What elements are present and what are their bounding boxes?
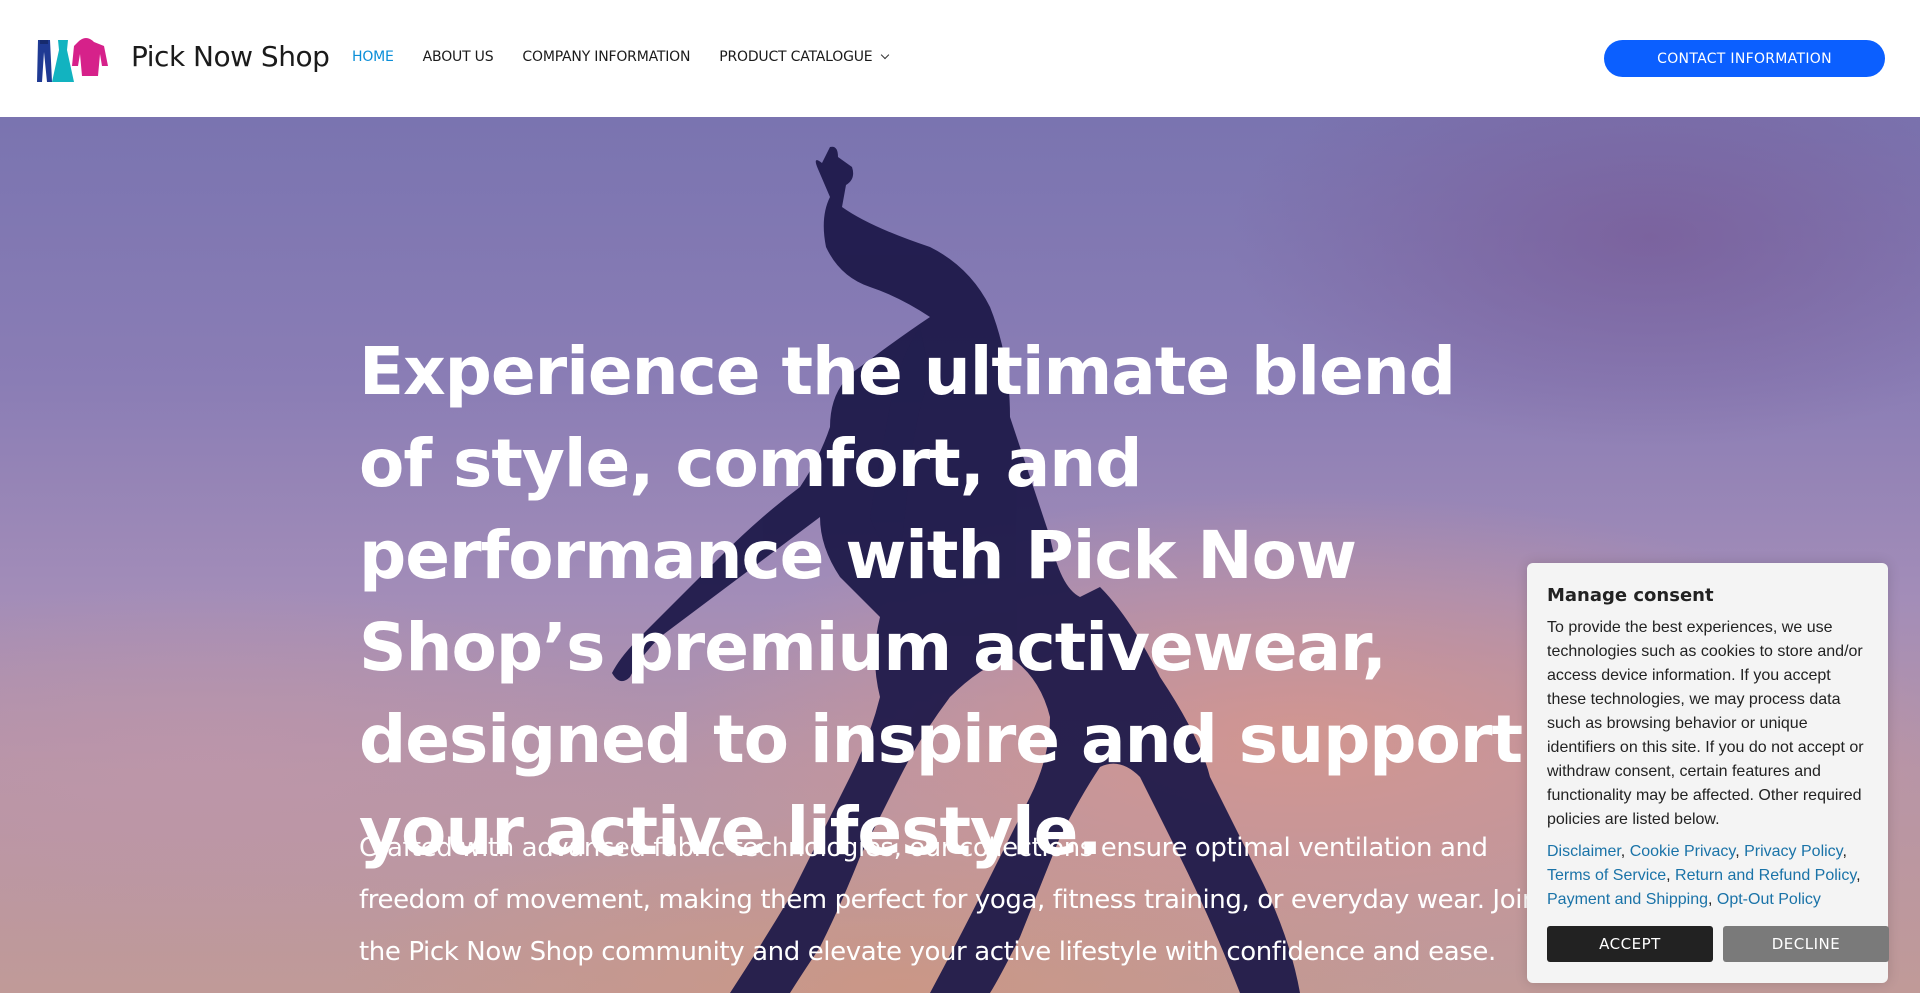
opt-out-policy-link[interactable]: Opt-Out Policy xyxy=(1717,891,1821,908)
nav-home[interactable]: HOME xyxy=(352,49,394,65)
decline-button[interactable]: DECLINE xyxy=(1723,926,1889,962)
main-nav: HOME ABOUT US COMPANY INFORMATION PRODUC… xyxy=(352,49,917,65)
consent-links: Disclaimer, Cookie Privacy, Privacy Poli… xyxy=(1547,843,1861,908)
chevron-down-icon xyxy=(881,50,890,60)
hero-title: Experience the ultimate blend of style, … xyxy=(359,333,1523,870)
nav-company-information[interactable]: COMPANY INFORMATION xyxy=(522,49,690,65)
logo-icon[interactable] xyxy=(36,36,116,84)
consent-title: Manage consent xyxy=(1547,585,1714,606)
consent-text: To provide the best experiences, we use … xyxy=(1547,619,1864,828)
payment-shipping-link[interactable]: Payment and Shipping xyxy=(1547,891,1708,908)
cookie-consent-dialog: Manage consent To provide the best exper… xyxy=(1527,563,1889,983)
cookie-privacy-link[interactable]: Cookie Privacy xyxy=(1630,843,1736,860)
privacy-policy-link[interactable]: Privacy Policy xyxy=(1744,843,1842,860)
consent-buttons: ACCEPT DECLINE xyxy=(1547,926,1889,962)
terms-of-service-link[interactable]: Terms of Service xyxy=(1547,867,1666,884)
nav-product-catalogue-label: PRODUCT CATALOGUE xyxy=(719,49,873,65)
nav-about-us[interactable]: ABOUT US xyxy=(423,49,494,65)
hero-description: Crafted with advanced fabric technologie… xyxy=(359,833,1539,967)
nav-product-catalogue[interactable]: PRODUCT CATALOGUE xyxy=(719,49,890,65)
disclaimer-link[interactable]: Disclaimer xyxy=(1547,843,1621,860)
accept-button[interactable]: ACCEPT xyxy=(1547,926,1713,962)
site-header: Pick Now Shop HOME ABOUT US COMPANY INFO… xyxy=(0,0,1920,117)
contact-information-button[interactable]: CONTACT INFORMATION xyxy=(1604,40,1885,77)
brand-name[interactable]: Pick Now Shop xyxy=(131,40,330,73)
return-refund-policy-link[interactable]: Return and Refund Policy xyxy=(1675,867,1856,884)
